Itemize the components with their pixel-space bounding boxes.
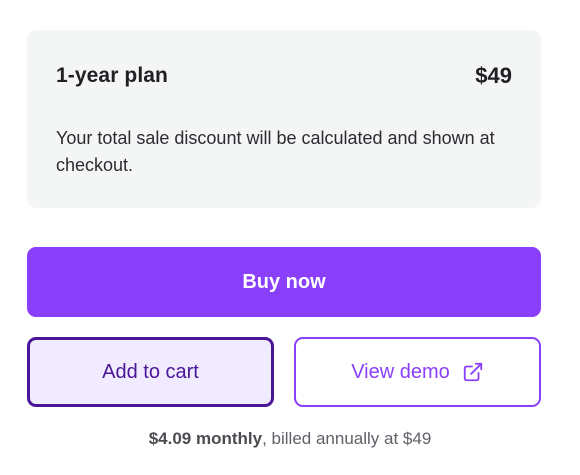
purchase-panel: 1-year plan $49 Your total sale discount…	[0, 0, 580, 475]
billing-detail: , billed annually at $49	[262, 429, 432, 448]
buy-now-button[interactable]: Buy now	[27, 247, 541, 317]
view-demo-button[interactable]: View demo	[294, 337, 541, 407]
buy-now-label: Buy now	[242, 270, 326, 293]
monthly-price: $4.09 monthly	[148, 429, 263, 448]
external-link-icon	[462, 361, 484, 383]
add-to-cart-button[interactable]: Add to cart	[27, 337, 274, 407]
view-demo-label: View demo	[351, 360, 450, 383]
plan-summary-card: 1-year plan $49 Your total sale discount…	[27, 30, 541, 208]
plan-name: 1-year plan	[56, 64, 168, 87]
billing-summary: $4.09 monthly, billed annually at $49	[0, 429, 580, 449]
plan-discount-note: Your total sale discount will be calcula…	[56, 128, 495, 175]
plan-price: $49	[475, 63, 512, 88]
add-to-cart-label: Add to cart	[102, 360, 199, 383]
